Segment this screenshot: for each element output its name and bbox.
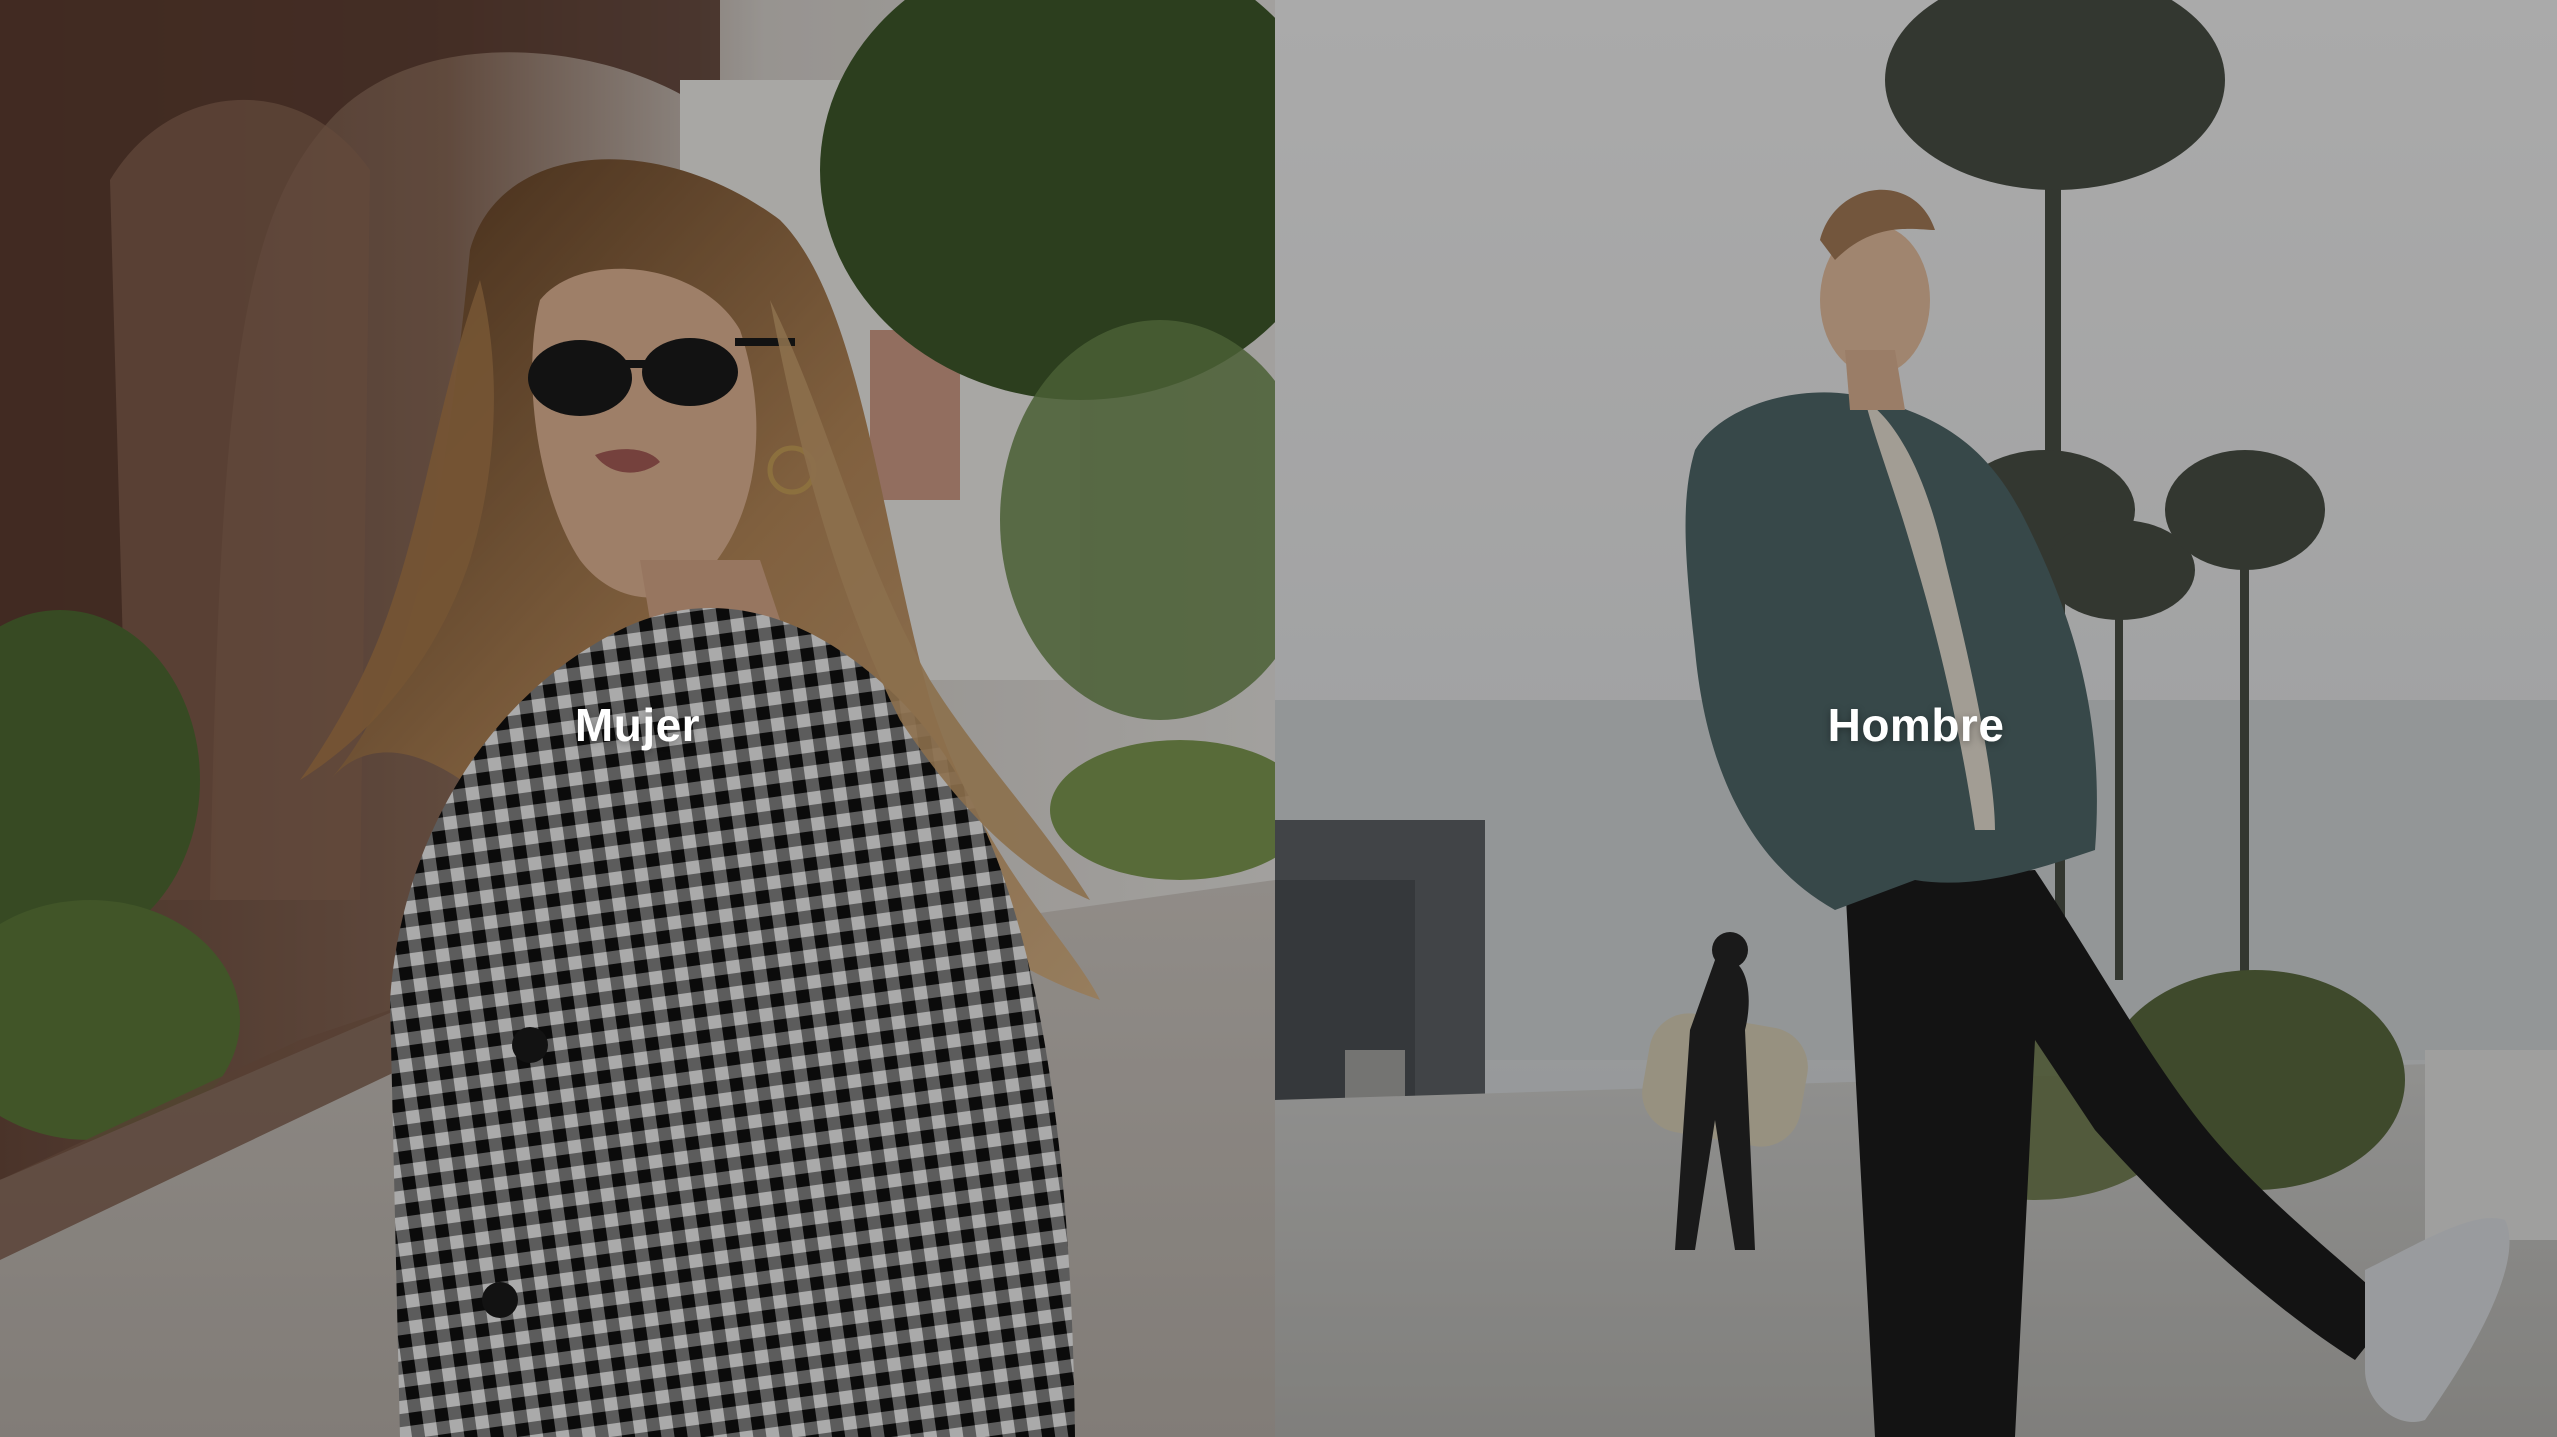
category-women-label: Mujer: [574, 698, 701, 751]
category-men-link[interactable]: Hombre: [1275, 0, 2557, 1437]
category-men-label: Hombre: [1827, 698, 2005, 751]
category-selector: Mujer Hombre: [0, 0, 2557, 1437]
category-women-link[interactable]: Mujer: [0, 0, 1275, 1437]
